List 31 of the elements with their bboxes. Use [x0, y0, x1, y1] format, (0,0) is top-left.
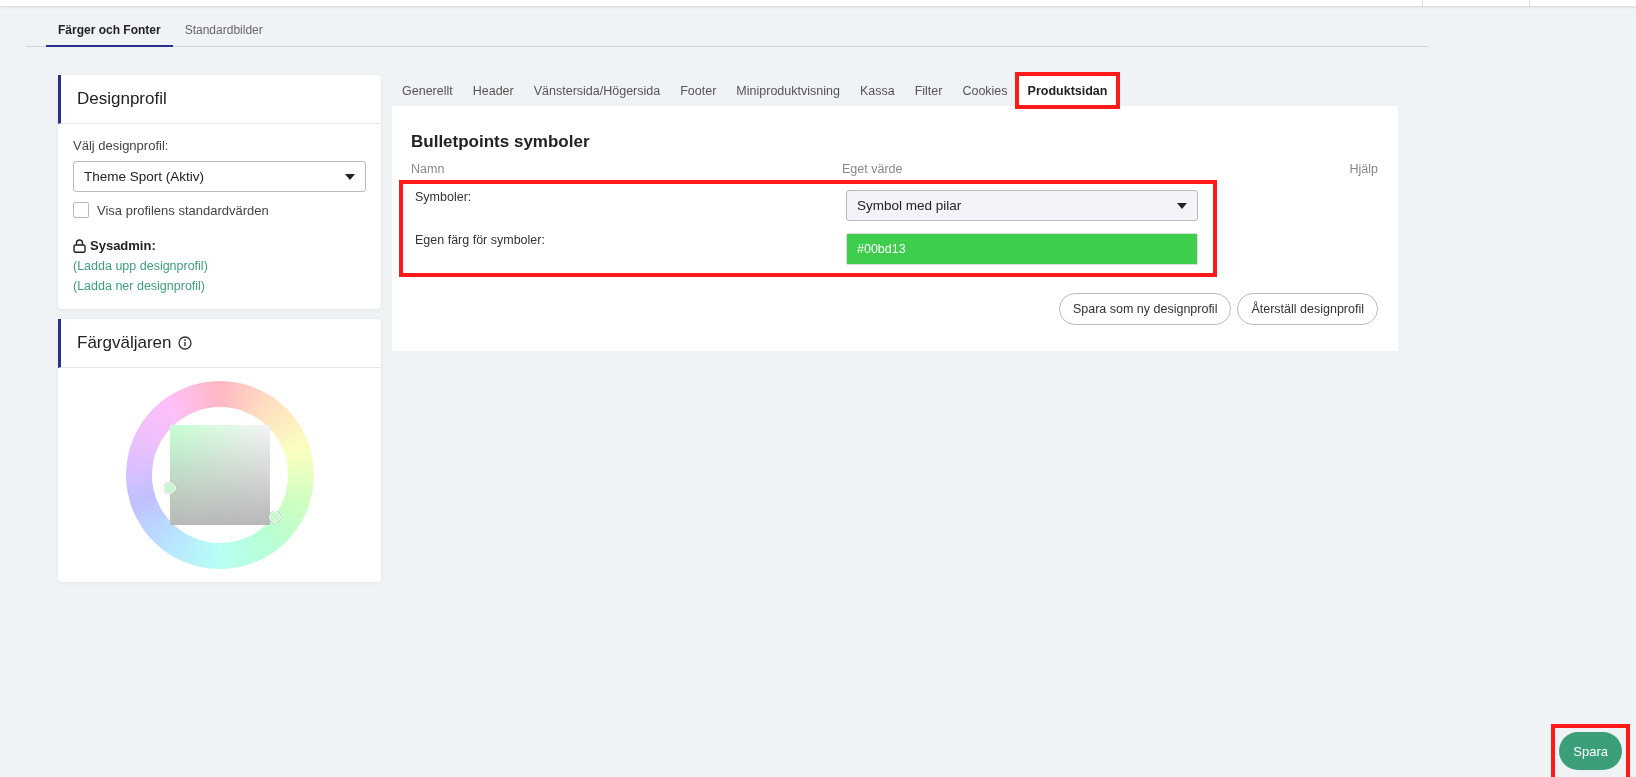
info-icon[interactable]	[177, 336, 192, 350]
card-title: Färgväljaren	[77, 333, 172, 353]
column-header: Hjälp	[1349, 162, 1378, 176]
section-tab[interactable]: Cookies	[952, 75, 1018, 106]
section-title: Bulletpoints symboler	[411, 132, 590, 151]
action-button[interactable]: Spara som ny designprofil	[1058, 293, 1232, 325]
setting-label: Symboler:	[415, 190, 473, 204]
section-tab[interactable]: Vänstersida/Högersida	[523, 75, 671, 106]
profile-select[interactable]: Theme Sport (Aktiv)	[73, 161, 366, 192]
caret-icon	[1177, 202, 1187, 209]
section-tab[interactable]: Generellt	[392, 75, 463, 106]
checkbox[interactable]	[73, 202, 89, 218]
checkbox-label: Visa profilens standardvärden	[97, 202, 269, 218]
page-tab[interactable]: Färger och Fonter	[46, 16, 173, 47]
section-tab[interactable]: Header	[462, 75, 524, 106]
section-tab[interactable]: Produktsidan	[1017, 75, 1118, 106]
symbol-select[interactable]: Symbol med pilar	[846, 190, 1198, 221]
section-tab[interactable]: Kassa	[849, 75, 905, 106]
card-title: Designprofil	[77, 89, 167, 109]
page-tab[interactable]: Standardbilder	[172, 16, 275, 47]
column-header: Eget värde	[842, 162, 904, 176]
sysadmin-label: Sysadmin:	[90, 238, 156, 253]
caret-icon	[345, 173, 355, 180]
column-header: Namn	[411, 162, 446, 176]
lock-icon	[73, 238, 86, 253]
section-tab[interactable]: Miniproduktvisning	[726, 75, 850, 106]
section-tab[interactable]: Filter	[904, 75, 953, 106]
setting-label: Egen färg för symboler:	[415, 233, 546, 247]
field-label: Välj designprofil:	[73, 138, 170, 153]
section-tab[interactable]: Footer	[670, 75, 727, 106]
action-button[interactable]: Återställ designprofil	[1237, 293, 1378, 325]
